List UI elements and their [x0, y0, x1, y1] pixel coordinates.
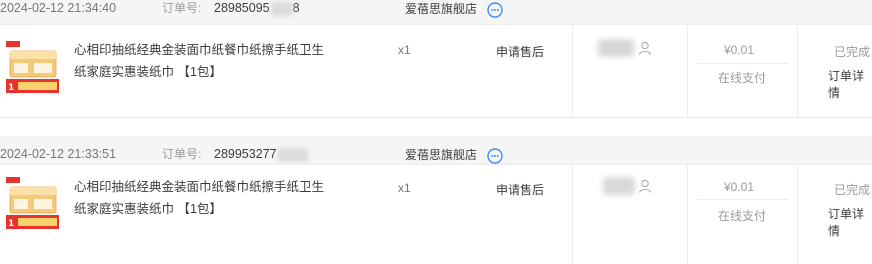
svg-text:1: 1 [8, 83, 14, 93]
payment-method: 在线支付 [718, 71, 767, 85]
order-number-label: 订单号: [162, 1, 202, 15]
order-header: 2024-02-12 21:34:40 订单号: 28985095 8 爱蓓思旗舰… [0, 0, 872, 24]
order-number: 28985095 8 [214, 0, 300, 17]
order-detail-link[interactable]: 订单详情 [828, 67, 872, 101]
order-price: ¥0.01 [724, 180, 755, 194]
order-number-value: 28985095 [214, 1, 270, 15]
order-status: 已完成 [834, 45, 871, 59]
redaction-mask [277, 147, 308, 162]
payment-method: 在线支付 [718, 209, 767, 223]
order-number-value: 289953277 [214, 147, 277, 161]
quantity: x1 [398, 43, 411, 57]
redaction-mask [270, 1, 293, 16]
product-title[interactable]: 心相印抽纸经典金装面巾纸餐巾纸擦手纸卫生纸家庭实惠装纸巾 【1包】 [74, 176, 334, 220]
shop-name[interactable]: 爱蓓思旗舰店 [405, 1, 477, 18]
chat-bubble-icon[interactable] [487, 2, 503, 18]
column-divider [797, 165, 798, 264]
order-number: 289953277 [214, 146, 308, 163]
apply-aftersale-link[interactable]: 申请售后 [496, 43, 544, 60]
shop-name[interactable]: 爱蓓思旗舰店 [405, 147, 477, 164]
product-title[interactable]: 心相印抽纸经典金装面巾纸餐巾纸擦手纸卫生纸家庭实惠装纸巾 【1包】 [74, 39, 334, 83]
order-time: 2024-02-12 21:33:51 [0, 147, 117, 161]
order-number-label: 订单号: [162, 147, 202, 161]
buyer-name-redacted [598, 39, 638, 57]
tissue-package-thumbnail[interactable]: 1 [4, 39, 61, 96]
price-divider [698, 63, 788, 64]
order-card: 2024-02-12 21:33:51 订单号: 289953277 爱蓓思旗舰… [0, 132, 872, 264]
user-icon[interactable] [638, 41, 652, 55]
order-status: 已完成 [834, 183, 871, 197]
column-divider [572, 165, 573, 264]
buyer-name-redacted [603, 177, 643, 195]
column-divider [572, 25, 573, 118]
user-icon[interactable] [638, 179, 652, 193]
column-divider [687, 25, 688, 118]
svg-text:1: 1 [8, 219, 14, 229]
order-number-tail: 8 [292, 1, 300, 15]
column-divider [687, 165, 688, 264]
order-card: 2024-02-12 21:34:40 订单号: 28985095 8 爱蓓思旗舰… [0, 0, 872, 118]
order-time: 2024-02-12 21:34:40 [0, 1, 117, 15]
column-divider [797, 25, 798, 118]
order-header: 2024-02-12 21:33:51 订单号: 289953277 爱蓓思旗舰… [0, 136, 872, 164]
price-divider [698, 199, 788, 200]
tissue-package-thumbnail[interactable]: 1 [4, 175, 61, 232]
apply-aftersale-link[interactable]: 申请售后 [496, 181, 544, 198]
order-price: ¥0.01 [724, 43, 755, 57]
quantity: x1 [398, 181, 411, 195]
order-body: 1 心相印抽纸经典金装面巾纸餐巾纸擦手纸卫生纸家庭实惠装纸巾 【1包】 x1 申… [0, 24, 872, 118]
order-body: 1 心相印抽纸经典金装面巾纸餐巾纸擦手纸卫生纸家庭实惠装纸巾 【1包】 x1 申… [0, 164, 872, 264]
order-detail-link[interactable]: 订单详情 [828, 205, 872, 239]
chat-bubble-icon[interactable] [487, 148, 503, 164]
